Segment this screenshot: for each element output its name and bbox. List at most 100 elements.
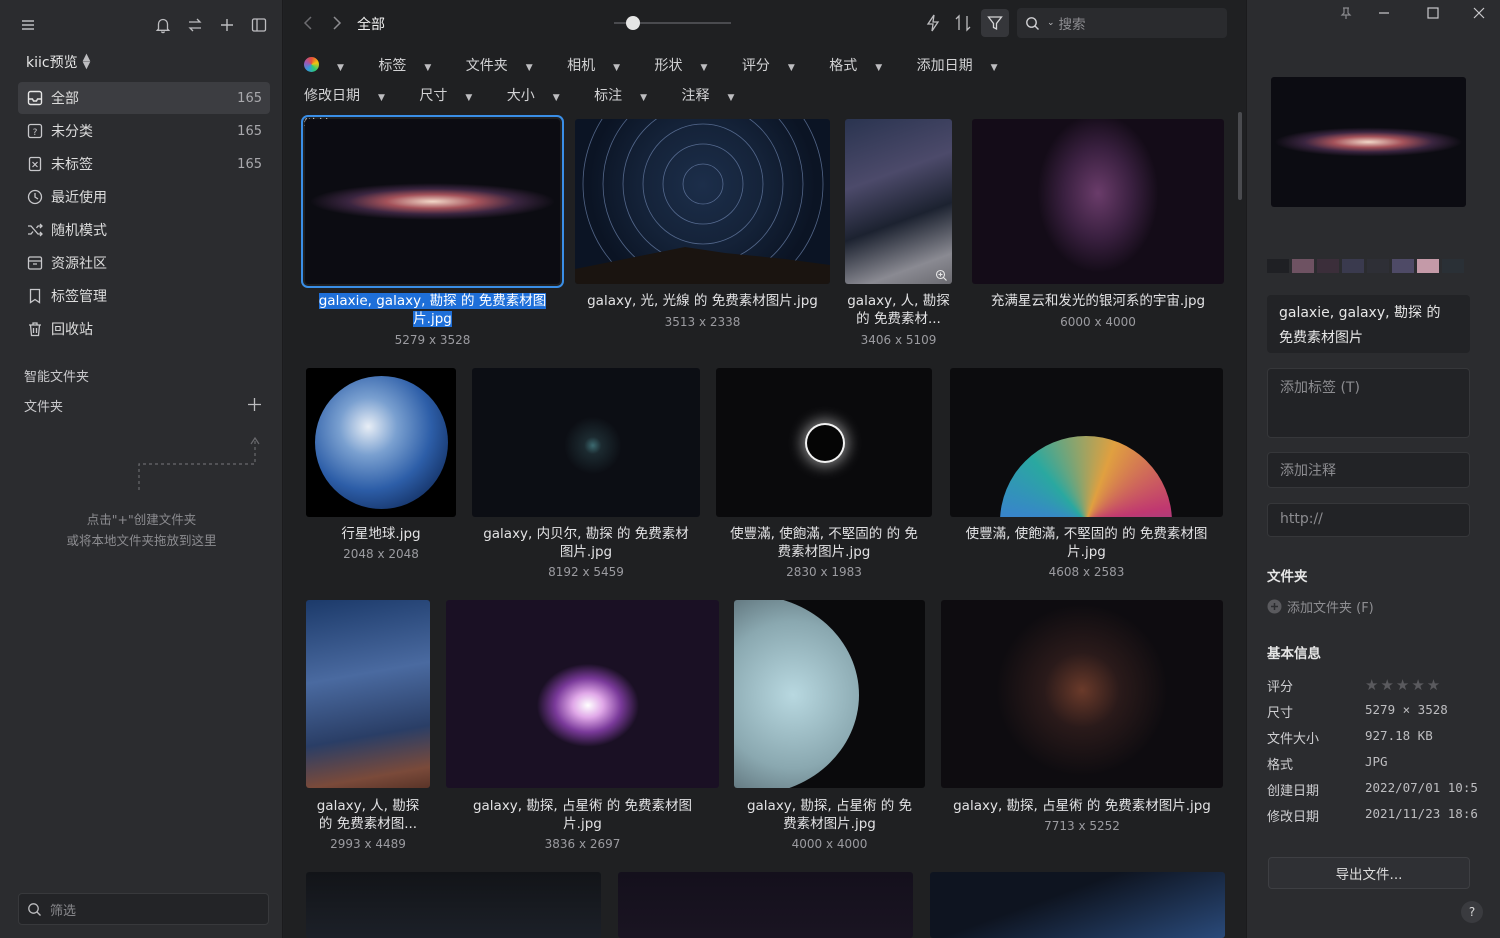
file-name-field[interactable]: galaxie, galaxy, 勘探 的 免费素材图片	[1267, 295, 1470, 353]
thumbnail-arch-night[interactable]	[306, 600, 430, 788]
pin-icon[interactable]	[1339, 6, 1353, 20]
url-input[interactable]: http://	[1267, 503, 1470, 537]
smart-folders-heading[interactable]: 智能文件夹	[24, 366, 89, 385]
chevron-down-icon: ▼	[465, 93, 473, 103]
color-filter[interactable]: ▼	[304, 57, 359, 74]
palette-swatch[interactable]	[1317, 259, 1339, 273]
modified-row: 修改日期 2021/11/23 18:6	[1267, 806, 1478, 825]
slider-handle[interactable]	[626, 16, 640, 30]
filter-format[interactable]: 格式 ▼	[829, 58, 897, 74]
filter-date-modified[interactable]: 修改日期 ▼	[304, 88, 400, 104]
scrollbar[interactable]	[1238, 112, 1242, 200]
filter-annotation[interactable]: 标注 ▼	[594, 88, 662, 104]
item-caption[interactable]: 使豐滿, 使飽滿, 不堅固的 的 免费素材图片.jpg	[711, 525, 937, 561]
bell-icon[interactable]	[154, 13, 172, 37]
updown-icon: ▲ ▼	[82, 52, 91, 71]
item-caption[interactable]: galaxy, 勘探, 占星術 的 免费素材图片.jpg	[729, 797, 930, 833]
preview-image[interactable]	[1271, 77, 1466, 207]
filter-date-added[interactable]: 添加日期 ▼	[917, 58, 1013, 74]
thumbnail-ice-planet[interactable]	[734, 600, 925, 788]
thumbnail-nebula-milky-way[interactable]	[972, 119, 1224, 284]
back-icon[interactable]	[302, 14, 316, 32]
palette-swatch[interactable]	[1267, 259, 1289, 273]
palette-swatch[interactable]	[1367, 259, 1389, 273]
menu-icon[interactable]	[20, 13, 36, 37]
thumbnail-star-trails[interactable]	[575, 119, 830, 284]
filter-tags[interactable]: 标签 ▼	[378, 58, 446, 74]
close-icon[interactable]	[1472, 6, 1486, 20]
search-input[interactable]: ⌄ 搜索	[1017, 8, 1227, 38]
sidebar-item-recent[interactable]: 最近使用	[18, 181, 270, 213]
maximize-icon[interactable]	[1426, 6, 1440, 20]
sidebar-item-label: 最近使用	[51, 190, 107, 206]
help-button[interactable]: ?	[1461, 901, 1483, 923]
filter-icon[interactable]	[981, 9, 1009, 37]
palette-swatch[interactable]	[1417, 259, 1439, 273]
filter-dimensions[interactable]: 尺寸 ▼	[419, 88, 487, 104]
bubble-sphere	[1000, 436, 1172, 517]
forward-icon[interactable]	[329, 14, 343, 32]
palette-swatch[interactable]	[1442, 259, 1464, 273]
item-caption[interactable]: galaxy, 勘探, 占星術 的 免费素材图片.jpg	[936, 797, 1228, 815]
sidebar-item-tag-manager[interactable]: 标签管理	[18, 280, 270, 312]
plus-icon[interactable]	[218, 13, 236, 37]
thumbnail-nebula-space[interactable]	[472, 368, 700, 517]
sidebar-item-uncategorized[interactable]: ? 未分类 165	[18, 115, 270, 147]
item-caption[interactable]: 行星地球.jpg	[296, 525, 466, 543]
item-caption[interactable]: galaxy, 光, 光線 的 免费素材图片.jpg	[570, 292, 835, 310]
item-caption[interactable]: galaxy, 内贝尔, 勘探 的 免费素材 图片.jpg	[467, 525, 705, 561]
layout-panel-icon[interactable]	[250, 13, 268, 37]
notes-input[interactable]: 添加注释	[1267, 452, 1470, 488]
thumbnail-milky-way-arch[interactable]	[845, 119, 952, 284]
sidebar-filter-input[interactable]: 筛选	[18, 893, 269, 925]
sync-icon[interactable]	[186, 13, 204, 37]
add-folder-button[interactable]: 添加文件夹 (F)	[1267, 597, 1374, 616]
item-caption[interactable]: galaxie, galaxy, 勘探 的 免费素材图 片.jpg	[300, 292, 565, 328]
sidebar-item-all[interactable]: 全部 165	[18, 82, 270, 114]
thumbnail-eclipse[interactable]	[716, 368, 932, 517]
filter-camera[interactable]: 相机 ▼	[567, 58, 635, 74]
sidebar-item-untagged[interactable]: 未标签 165	[18, 148, 270, 180]
filter-file-size[interactable]: 大小 ▼	[507, 88, 575, 104]
palette-swatch[interactable]	[1342, 259, 1364, 273]
filter-rating[interactable]: 评分 ▼	[742, 58, 810, 74]
thumbnail-orion-nebula[interactable]	[446, 600, 719, 788]
clock-icon	[26, 188, 44, 206]
untagged-icon	[26, 155, 44, 173]
item-caption[interactable]: galaxy, 人, 勘探的 免费素材...	[840, 292, 957, 328]
palette-swatch[interactable]	[1292, 259, 1314, 273]
tags-input[interactable]: 添加标签 (T)	[1267, 368, 1470, 438]
filter-notes[interactable]: 注释 ▼	[682, 88, 750, 104]
item-caption[interactable]: 充满星云和发光的银河系的宇宙.jpg	[967, 292, 1229, 310]
thumbnail-bubble-planet[interactable]	[950, 368, 1223, 517]
thumbnail-partial-3[interactable]	[930, 872, 1225, 938]
minimize-icon[interactable]	[1377, 6, 1391, 20]
drag-hint-arrow-icon	[138, 436, 260, 490]
thumbnail-partial-1[interactable]	[306, 872, 601, 938]
thumbnail-earth[interactable]	[306, 368, 456, 517]
library-switcher[interactable]: kiic预览 ▲ ▼	[26, 52, 90, 72]
thumbnail-galaxy-andromeda[interactable]	[301, 115, 564, 288]
sidebar-item-community[interactable]: 资源社区	[18, 247, 270, 279]
thumbnail-star-cluster[interactable]	[941, 600, 1223, 788]
empty-folder-hint: 点击"+"创建文件夹 或将本地文件夹拖放到这里	[0, 509, 283, 551]
item-caption[interactable]: 使豐滿, 使飽滿, 不堅固的 的 免费素材图片.jpg	[945, 525, 1228, 561]
folders-heading[interactable]: 文件夹	[24, 396, 63, 415]
add-folder-icon[interactable]	[246, 396, 263, 413]
chevron-down-icon: ▼	[424, 63, 432, 73]
created-row: 创建日期 2022/07/01 10:5	[1267, 780, 1478, 799]
sidebar-item-random[interactable]: 随机模式	[18, 214, 270, 246]
zoom-icon[interactable]	[935, 269, 948, 282]
sort-icon[interactable]	[954, 13, 972, 33]
chevron-down-icon[interactable]: ⌄	[1047, 18, 1055, 28]
palette-swatch[interactable]	[1392, 259, 1414, 273]
export-button[interactable]: 导出文件...	[1268, 857, 1470, 889]
thumbnail-partial-2[interactable]	[618, 872, 913, 938]
sidebar-item-trash[interactable]: 回收站	[18, 313, 270, 345]
item-caption[interactable]: galaxy, 勘探, 占星術 的 免费素材图片.jpg	[441, 797, 724, 833]
item-caption[interactable]: galaxy, 人, 勘探的 免费素材图...	[296, 797, 440, 833]
rating-stars[interactable]: ★★★★★	[1365, 676, 1442, 695]
filter-folders[interactable]: 文件夹 ▼	[466, 58, 548, 74]
lightning-icon[interactable]	[924, 13, 942, 33]
filter-shape[interactable]: 形状 ▼	[655, 58, 723, 74]
